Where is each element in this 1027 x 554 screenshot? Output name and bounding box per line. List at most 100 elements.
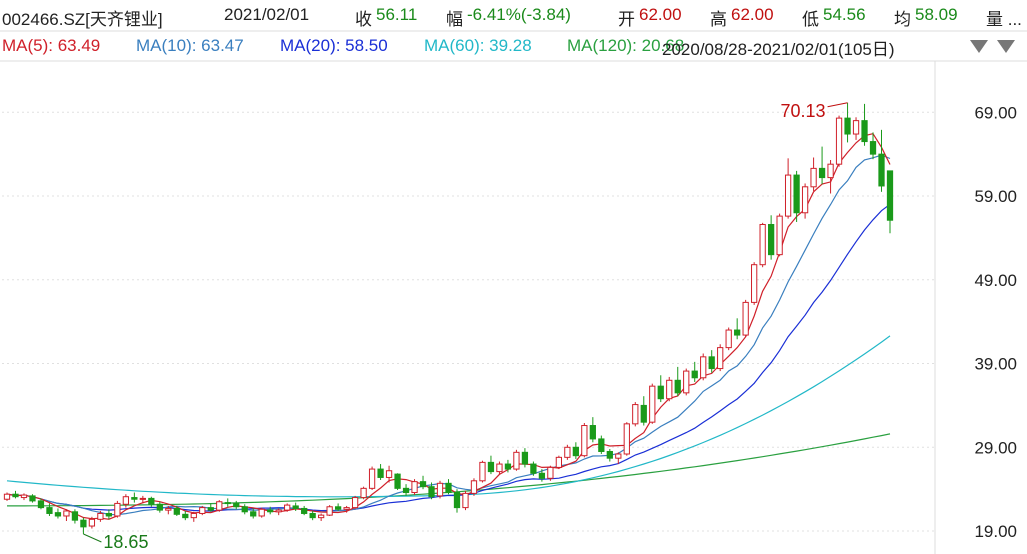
candle-body-7: [63, 510, 70, 517]
candle-body-14: [122, 496, 129, 505]
candle-body-90: [768, 223, 775, 256]
candle-body-68: [581, 425, 588, 457]
candle-body-85: [725, 329, 732, 349]
candle-body-78: [666, 379, 673, 400]
candle-body-66: [564, 446, 571, 458]
candle-body-73: [623, 423, 630, 455]
candle-body-77: [657, 385, 664, 400]
ma20-line: [6, 203, 891, 512]
candle-body-32: [275, 509, 282, 513]
candlestick-chart[interactable]: 19.00 29.00 39.00 49.00 59.00 69.00 70.13 18.65: [0, 0, 1027, 554]
candle-body-102: [869, 141, 877, 155]
candle-body-22: [190, 512, 197, 519]
candle-body-79: [674, 379, 681, 394]
y-tick-2: 39.00: [974, 355, 1017, 374]
candle-body-25: [216, 501, 223, 511]
candle-body-39: [334, 506, 342, 510]
date-range[interactable]: 2020/08/28-2021/02/01(105日): [662, 35, 895, 60]
min-pointer: [83, 533, 102, 543]
candle-body-45: [385, 470, 393, 478]
candle-body-104: [886, 170, 894, 221]
candle-body-4: [37, 500, 45, 509]
candle-body-6: [54, 512, 62, 517]
candle-body-69: [589, 425, 596, 440]
candle-body-19: [165, 507, 172, 511]
candle-body-55: [470, 480, 478, 494]
candle-body-80: [683, 370, 690, 394]
dropdown-arrow-icon[interactable]: [970, 40, 988, 53]
candle-body-96: [818, 167, 826, 179]
candle-body-8: [71, 511, 79, 521]
candle-body-48: [411, 481, 418, 494]
candle-body-10: [88, 518, 96, 527]
min-label: 18.65: [103, 532, 148, 552]
candle-body-21: [182, 513, 189, 519]
candle-body-83: [708, 356, 715, 370]
max-label: 70.13: [781, 101, 826, 121]
candle-body-40: [343, 507, 350, 510]
candle-body-30: [258, 508, 265, 517]
candle-body-28: [241, 506, 248, 513]
candle-body-46: [394, 473, 401, 489]
candle-body-86: [734, 329, 741, 336]
candle-body-47: [402, 487, 410, 494]
candle-body-34: [292, 505, 299, 509]
candle-body-50: [428, 486, 435, 498]
candle-body-91: [776, 215, 783, 256]
candle-body-37: [318, 514, 325, 519]
y-tick-4: 59.00: [974, 187, 1017, 206]
candle-body-72: [615, 453, 622, 459]
candle-body-67: [572, 446, 579, 457]
candle-body-24: [207, 507, 214, 511]
candle-body-94: [801, 186, 809, 214]
candle-body-62: [530, 463, 537, 474]
candle-body-26: [224, 502, 231, 505]
candle-body-41: [351, 497, 359, 509]
candle-body-82: [700, 356, 707, 379]
candle-body-100: [852, 120, 860, 135]
candle-body-18: [156, 503, 163, 511]
max-pointer: [827, 102, 848, 108]
candle-body-88: [751, 264, 758, 303]
candle-body-63: [538, 472, 546, 479]
candle-body-92: [784, 174, 792, 217]
y-tick-1: 29.00: [974, 438, 1017, 457]
candle-body-74: [632, 404, 639, 425]
candle-body-70: [598, 438, 605, 452]
candle-body-93: [793, 174, 800, 214]
candle-body-23: [199, 507, 206, 514]
candle-body-56: [479, 461, 486, 482]
candle-body-99: [844, 117, 851, 135]
candle-body-60: [513, 451, 520, 470]
candle-body-98: [835, 117, 843, 165]
candle-body-51: [436, 482, 444, 497]
candle-body-29: [250, 511, 257, 517]
candle-body-65: [555, 456, 563, 468]
candle-body-33: [284, 504, 291, 511]
candle-body-3: [29, 495, 36, 502]
candle-body-76: [649, 385, 656, 423]
candle-body-89: [759, 223, 766, 266]
candle-body-44: [377, 468, 384, 478]
candle-body-54: [462, 492, 469, 509]
candle-body-9: [80, 519, 87, 528]
candle-body-31: [267, 509, 274, 513]
candle-body-43: [368, 468, 376, 489]
candle-body-36: [309, 512, 316, 519]
candle-body-58: [496, 463, 503, 473]
candle-body-52: [445, 482, 452, 494]
candle-body-42: [360, 487, 367, 499]
y-tick-3: 49.00: [974, 271, 1017, 290]
y-tick-5: 69.00: [974, 103, 1017, 122]
candle-body-38: [326, 506, 333, 516]
candle-body-61: [521, 451, 529, 465]
candle-body-87: [742, 301, 749, 336]
candle-body-84: [717, 347, 724, 370]
candle-body-11: [97, 512, 104, 520]
candle-body-5: [46, 507, 53, 514]
dropdown-arrow-icon-2[interactable]: [997, 40, 1015, 53]
candle-body-13: [114, 502, 121, 517]
candle-body-59: [504, 463, 512, 470]
candle-body-95: [810, 167, 817, 188]
candle-body-0: [3, 493, 11, 500]
